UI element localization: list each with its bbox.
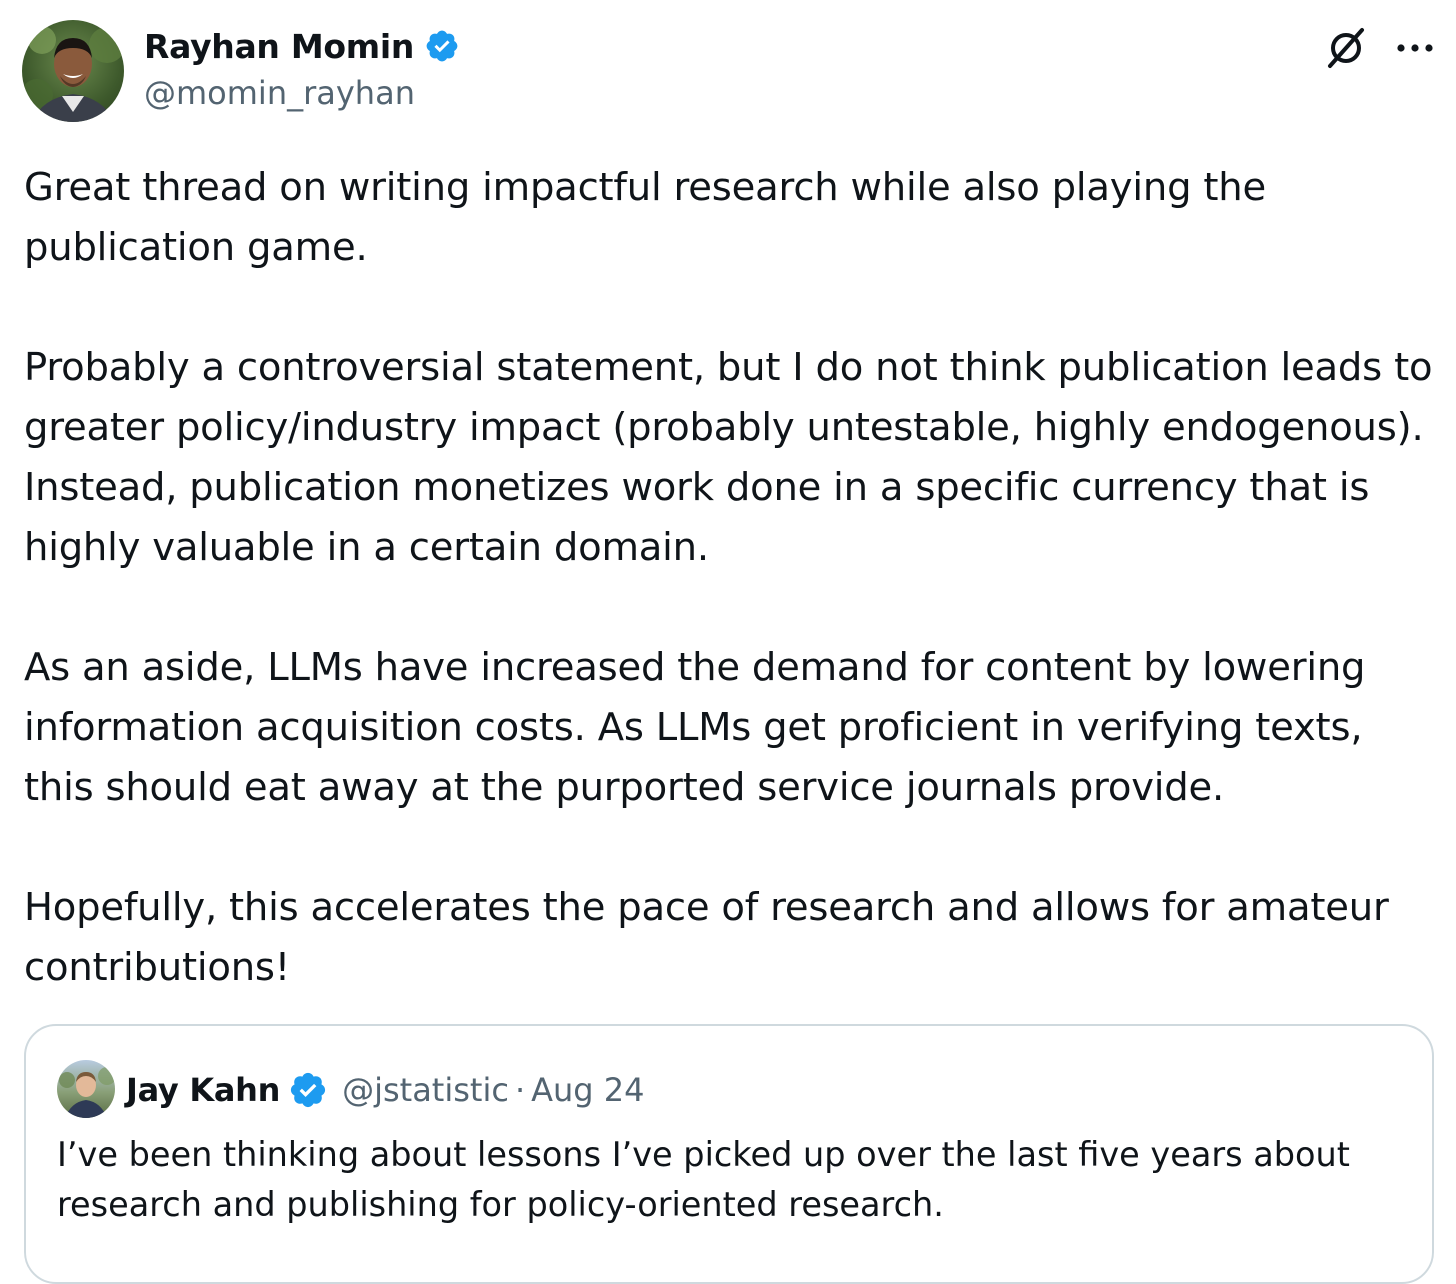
separator-dot: ·: [514, 1071, 526, 1109]
author-block: Rayhan Momin @momin_rayhan: [144, 24, 460, 112]
quoted-author-name[interactable]: Jay Kahn: [126, 1071, 280, 1109]
quoted-header: Jay Kahn @jstatistic · Aug 24: [126, 1066, 644, 1114]
tweet-paragraph: Hopefully, this accelerates the pace of …: [24, 885, 1389, 990]
author-avatar[interactable]: [22, 20, 124, 122]
author-name-row: Rayhan Momin: [144, 24, 460, 68]
user-avatar-icon: [22, 26, 124, 122]
quoted-user-avatar-icon: [59, 1067, 115, 1118]
quoted-tweet[interactable]: Jay Kahn @jstatistic · Aug 24 I’ve been …: [24, 1024, 1434, 1284]
verified-badge-icon[interactable]: [424, 28, 460, 64]
quoted-author-avatar[interactable]: [57, 1060, 115, 1118]
more-options-icon[interactable]: [1392, 25, 1438, 71]
tweet-paragraph: As an aside, LLMs have increased the dem…: [24, 645, 1366, 810]
author-name[interactable]: Rayhan Momin: [144, 27, 414, 66]
quoted-date[interactable]: Aug 24: [531, 1071, 644, 1109]
top-actions: [1322, 24, 1438, 72]
grok-icon[interactable]: [1322, 24, 1370, 72]
author-handle[interactable]: @momin_rayhan: [144, 74, 460, 112]
verified-badge-icon[interactable]: [288, 1070, 328, 1110]
tweet-paragraph: Probably a controversial statement, but …: [24, 345, 1433, 570]
tweet[interactable]: Rayhan Momin @momin_rayhan Great thread …: [0, 0, 1456, 1284]
quoted-author-handle[interactable]: @jstatistic: [342, 1071, 509, 1109]
tweet-paragraph: Great thread on writing impactful resear…: [24, 165, 1266, 270]
quoted-text: I’ve been thinking about lessons I’ve pi…: [57, 1135, 1350, 1224]
tweet-text: Great thread on writing impactful resear…: [24, 158, 1434, 998]
